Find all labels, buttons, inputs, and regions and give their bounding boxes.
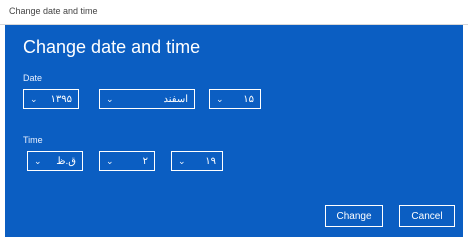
year-dropdown[interactable]: ⌄ ۱۳۹۵ [23,89,79,109]
chevron-down-icon: ⌄ [106,155,114,166]
month-value: اسفند [163,93,188,105]
second-value: ۱۹ [205,155,216,167]
chevron-down-icon: ⌄ [34,155,42,166]
minute-dropdown[interactable]: ⌄ ۲ [99,151,155,171]
change-button[interactable]: Change [325,205,383,227]
second-dropdown[interactable]: ⌄ ۱۹ [171,151,223,171]
hour-dropdown[interactable]: ⌄ ق.ظ [27,151,83,171]
year-value: ۱۳۹۵ [50,93,72,105]
month-dropdown[interactable]: ⌄ اسفند [99,89,195,109]
chevron-down-icon: ⌄ [106,93,114,104]
dialog-heading: Change date and time [23,37,201,57]
date-label: Date [23,73,43,83]
chevron-down-icon: ⌄ [30,93,38,104]
cancel-button[interactable]: Cancel [399,205,455,227]
day-value: ۱۵ [243,93,254,105]
window-title: Change date and time [9,6,98,16]
window-titlebar: Change date and time [0,0,468,25]
chevron-down-icon: ⌄ [178,155,186,166]
chevron-down-icon: ⌄ [216,93,224,104]
day-dropdown[interactable]: ⌄ ۱۵ [209,89,261,109]
hour-value: ق.ظ [56,155,76,167]
change-date-time-dialog: Change date and time Date ⌄ ۱۳۹۵ ⌄ اسفند… [5,25,463,237]
minute-value: ۲ [142,155,148,167]
time-label: Time [23,135,43,145]
